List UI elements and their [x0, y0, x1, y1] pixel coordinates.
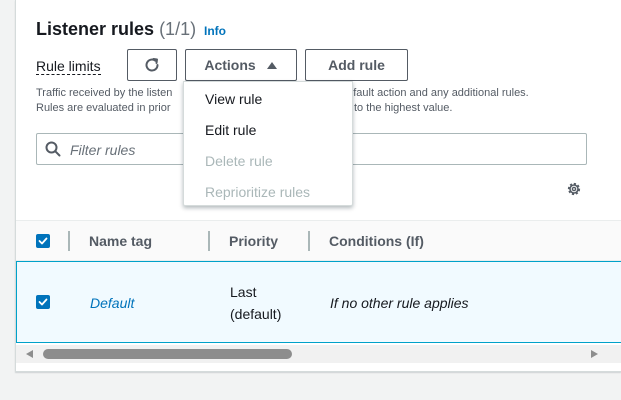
- checkmark-icon: [38, 298, 48, 306]
- actions-button[interactable]: Actions: [185, 49, 297, 81]
- rule-name-link[interactable]: Default: [90, 295, 134, 311]
- scroll-right-arrow-icon[interactable]: [591, 350, 598, 358]
- info-link[interactable]: Info: [204, 24, 226, 38]
- search-icon: [45, 141, 61, 157]
- description-line-1: Traffic received by the listen default ac…: [36, 87, 529, 99]
- gear-icon[interactable]: [566, 181, 582, 197]
- column-divider[interactable]: [308, 231, 310, 251]
- menu-item-edit-rule[interactable]: Edit rule: [205, 122, 256, 138]
- description-line-2-right: to the highest value.: [354, 102, 453, 114]
- caret-up-icon: [266, 62, 277, 69]
- refresh-button[interactable]: [127, 49, 177, 81]
- select-all-checkbox[interactable]: [36, 234, 50, 248]
- actions-label: Actions: [204, 57, 256, 73]
- conditions-value: If no other rule applies: [330, 295, 469, 311]
- menu-item-view-rule[interactable]: View rule: [205, 91, 262, 107]
- title-text: Listener rules: [36, 19, 155, 39]
- search-placeholder: Filter rules: [70, 142, 136, 158]
- description-line-1-left: Traffic received by the listen: [36, 87, 173, 99]
- menu-item-reprioritize-rules: Reprioritize rules: [205, 184, 311, 200]
- row-checkbox[interactable]: [36, 295, 50, 309]
- column-header-priority[interactable]: Priority: [229, 233, 278, 249]
- horizontal-scrollbar[interactable]: [16, 345, 621, 363]
- refresh-icon: [145, 58, 159, 72]
- description-line-2-left: Rules are evaluated in prior: [36, 102, 171, 114]
- description-line-1-right: default action and any additional rules.: [341, 87, 529, 99]
- rule-count: (1/1): [159, 19, 197, 39]
- page-title: Listener rules (1/1): [36, 19, 196, 40]
- scroll-left-arrow-icon[interactable]: [26, 350, 33, 358]
- priority-line-1: Last: [230, 284, 257, 300]
- add-rule-button[interactable]: Add rule: [305, 49, 408, 81]
- scrollbar-thumb[interactable]: [43, 349, 292, 359]
- checkmark-icon: [38, 237, 48, 245]
- column-header-name-tag[interactable]: Name tag: [89, 233, 152, 249]
- actions-dropdown-menu: View rule Edit rule Delete rule Repriori…: [183, 81, 353, 206]
- column-divider[interactable]: [208, 231, 210, 251]
- rule-limits-link[interactable]: Rule limits: [36, 58, 101, 75]
- table-header: Name tag Priority Conditions (If): [16, 221, 621, 261]
- column-header-conditions[interactable]: Conditions (If): [329, 233, 424, 249]
- table-row[interactable]: Default Last (default) If no other rule …: [16, 261, 621, 343]
- priority-line-2: (default): [230, 306, 282, 322]
- column-divider: [68, 231, 70, 251]
- description-line-2: Rules are evaluated in prior to the highe…: [36, 102, 452, 114]
- menu-item-delete-rule: Delete rule: [205, 153, 273, 169]
